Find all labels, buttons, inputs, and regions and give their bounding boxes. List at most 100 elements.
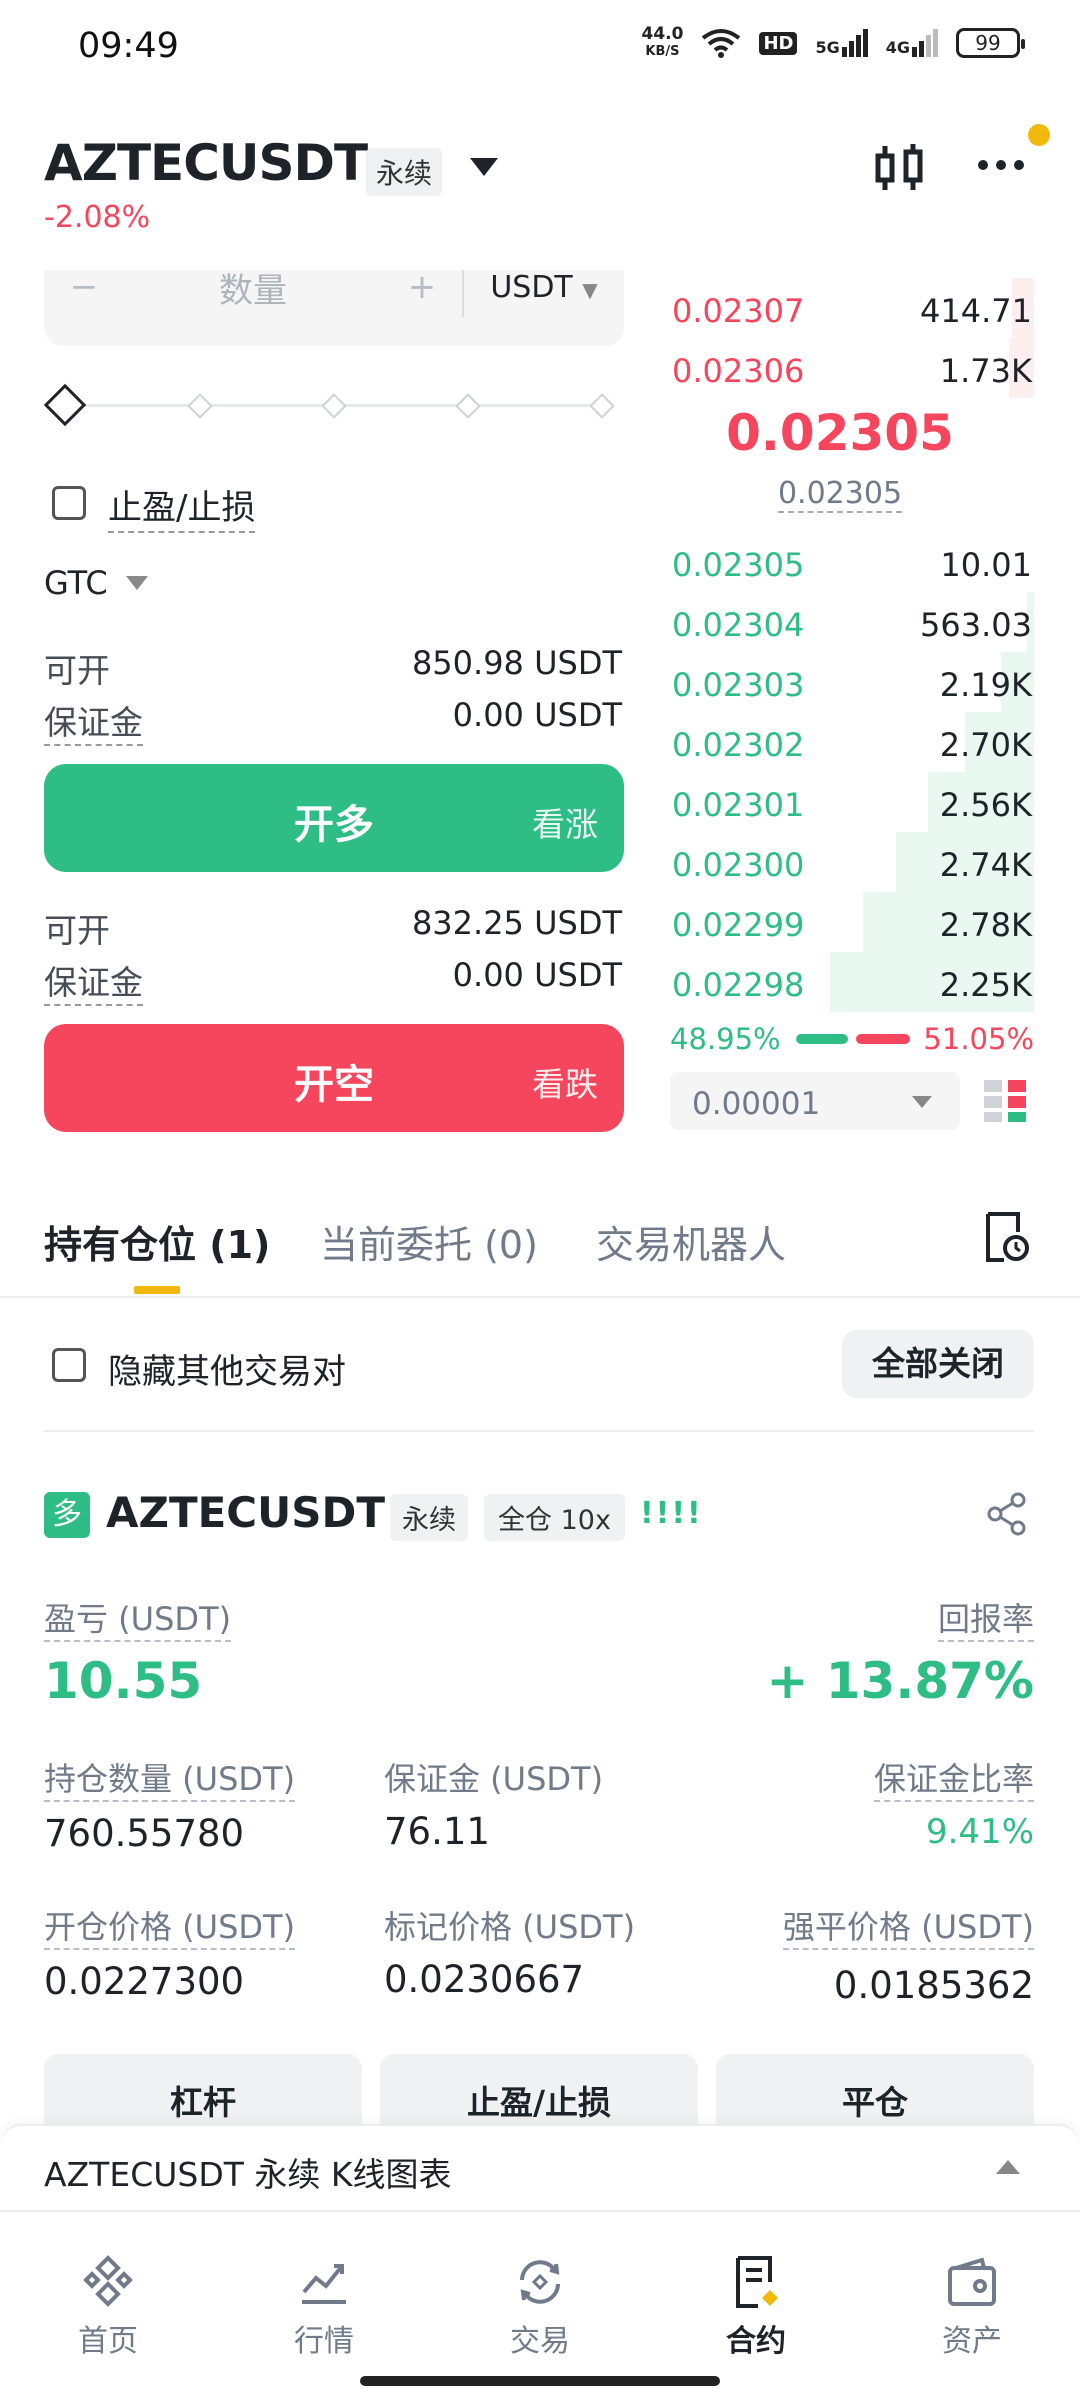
orderbook-bid-row[interactable]: 0.02305 10.01 xyxy=(670,532,1034,592)
share-icon[interactable] xyxy=(986,1492,1028,1536)
chevron-up-icon[interactable] xyxy=(996,2160,1020,2174)
orderbook-bid-row[interactable]: 0.02303 2.19K xyxy=(670,652,1034,712)
tabs-divider xyxy=(0,1296,1080,1298)
quantity-minus-button[interactable]: − xyxy=(44,270,124,307)
leverage-button[interactable]: 杠杆 xyxy=(44,2054,362,2134)
symbol-title[interactable]: AZTECUSDT xyxy=(44,134,368,192)
position-contract-tag: 永续 xyxy=(390,1494,468,1541)
open-long-button[interactable]: 开多 看涨 xyxy=(44,764,624,872)
long-side-badge: 多 xyxy=(44,1492,90,1538)
tab-open-orders[interactable]: 当前委托 (0) xyxy=(320,1214,538,1269)
orderbook-ask-row[interactable]: 0.02307 414.71 xyxy=(670,278,1034,338)
roe-value: + 13.87% xyxy=(766,1652,1034,1710)
nav-assets[interactable]: 资产 xyxy=(902,2252,1042,2360)
quantity-input[interactable]: − 数量 + USDT ▼ xyxy=(44,270,624,346)
tab-trading-bots[interactable]: 交易机器人 xyxy=(596,1214,786,1269)
mark-price-value: 0.0230667 xyxy=(384,1958,585,2001)
futures-contract-icon xyxy=(736,2256,778,2308)
hide-other-pairs-checkbox[interactable] xyxy=(52,1348,86,1382)
mark-price: 0.02305 xyxy=(777,476,903,513)
mark-price-label: 标记价格 (USDT) xyxy=(384,1908,636,1946)
tp-sl-button[interactable]: 止盈/止损 xyxy=(380,2054,698,2134)
short-available-label: 可开 xyxy=(44,911,110,950)
symbol-dropdown-icon[interactable] xyxy=(470,158,498,176)
chart-line-icon xyxy=(302,2264,346,2304)
time-in-force-select[interactable]: GTC xyxy=(44,564,108,602)
price-precision-select[interactable]: 0.00001 xyxy=(670,1072,960,1130)
percent-slider-handle[interactable] xyxy=(43,383,87,427)
open-short-button[interactable]: 开空 看跌 xyxy=(44,1024,624,1132)
orderbook-ask-row[interactable]: 0.02306 1.73K xyxy=(670,338,1034,398)
close-all-button[interactable]: 全部关闭 xyxy=(842,1330,1034,1398)
status-time: 09:49 xyxy=(78,26,179,66)
ask-price: 0.02307 xyxy=(672,292,805,330)
bid-quantity: 2.56K xyxy=(939,786,1032,824)
long-margin-label: 保证金 xyxy=(44,696,143,746)
position-symbol[interactable]: AZTECUSDT xyxy=(106,1488,385,1537)
notification-dot xyxy=(1028,124,1050,146)
adl-signal-indicator: !!!! xyxy=(640,1496,703,1531)
short-margin-value: 0.00 USDT xyxy=(452,956,622,994)
ask-quantity: 1.73K xyxy=(939,352,1032,390)
home-indicator xyxy=(360,2376,720,2386)
network-speed: 44.0 KB/S xyxy=(641,24,684,60)
more-menu-icon[interactable] xyxy=(978,160,1024,170)
hide-other-pairs-label[interactable]: 隐藏其他交易对 xyxy=(108,1344,346,1393)
candlestick-chart-icon[interactable] xyxy=(872,140,928,196)
contract-type-tag: 永续 xyxy=(366,148,443,196)
bid-quantity: 563.03 xyxy=(920,606,1032,644)
bid-price: 0.02298 xyxy=(672,966,805,1004)
nav-trade[interactable]: 交易 xyxy=(470,2252,610,2360)
buy-ratio: 48.95% xyxy=(670,1022,781,1056)
close-position-button[interactable]: 平仓 xyxy=(716,2054,1034,2134)
slider-step-75[interactable] xyxy=(455,393,481,419)
slider-step-50[interactable] xyxy=(321,393,347,419)
nav-home[interactable]: 首页 xyxy=(38,2252,178,2360)
status-icons: 44.0 KB/S HD 5G 4G 99 xyxy=(641,24,1025,60)
position-margin-label: 保证金 (USDT) xyxy=(384,1760,604,1798)
long-margin-value: 0.00 USDT xyxy=(452,696,622,734)
orderbook-bid-row[interactable]: 0.02304 563.03 xyxy=(670,592,1034,652)
price-change: -2.08% xyxy=(44,200,151,235)
quantity-plus-button[interactable]: + xyxy=(382,270,462,307)
position-size-label: 持仓数量 (USDT) xyxy=(44,1754,296,1802)
orderbook-bid-row[interactable]: 0.02300 2.74K xyxy=(670,832,1034,892)
long-available-value: 850.98 USDT xyxy=(411,644,622,682)
tab-positions[interactable]: 持有仓位 (1) xyxy=(44,1214,270,1269)
last-price[interactable]: 0.02305 xyxy=(670,404,1010,462)
orderbook-bid-row[interactable]: 0.02299 2.78K xyxy=(670,892,1034,952)
margin-mode-leverage-tag[interactable]: 全仓 10x xyxy=(484,1494,625,1541)
bid-price: 0.02300 xyxy=(672,846,805,884)
position-margin-value: 76.11 xyxy=(384,1810,490,1853)
liquidation-price-value: 0.0185362 xyxy=(833,1964,1034,2007)
wifi-icon xyxy=(702,29,741,58)
orderbook-bid-row[interactable]: 0.02301 2.56K xyxy=(670,772,1034,832)
orderbook-bid-row[interactable]: 0.02302 2.70K xyxy=(670,712,1034,772)
tp-sl-label[interactable]: 止盈/止损 xyxy=(108,480,256,533)
quantity-unit-select[interactable]: USDT ▼ xyxy=(464,270,624,305)
bid-quantity: 2.74K xyxy=(939,846,1032,884)
short-margin-label: 保证金 xyxy=(44,956,143,1006)
slider-step-25[interactable] xyxy=(187,393,213,419)
tp-sl-checkbox[interactable] xyxy=(52,486,86,520)
orderbook-layout-icon[interactable] xyxy=(982,1078,1028,1124)
kline-chart-drawer[interactable]: AZTECUSDT 永续 K线图表 xyxy=(0,2124,1080,2210)
precision-caret-icon xyxy=(912,1096,932,1108)
ask-price: 0.02306 xyxy=(672,352,805,390)
orderbook-bid-row[interactable]: 0.02298 2.25K xyxy=(670,952,1034,1012)
tif-caret-icon[interactable] xyxy=(126,576,148,590)
order-history-icon[interactable] xyxy=(980,1210,1030,1264)
bid-quantity: 2.78K xyxy=(939,906,1032,944)
buy-ratio-bar xyxy=(796,1034,848,1044)
kline-chart-label: AZTECUSDT 永续 K线图表 xyxy=(44,2155,452,2194)
margin-ratio-label: 保证金比率 xyxy=(873,1754,1034,1802)
hd-icon: HD xyxy=(759,31,798,55)
bid-quantity: 2.19K xyxy=(939,666,1032,704)
slider-step-100[interactable] xyxy=(589,393,615,419)
nav-futures[interactable]: 合约 xyxy=(686,2252,826,2360)
roe-label: 回报率 xyxy=(937,1594,1034,1642)
bid-quantity: 10.01 xyxy=(940,546,1032,584)
section-divider xyxy=(44,1430,1034,1432)
bid-price: 0.02299 xyxy=(672,906,805,944)
nav-markets[interactable]: 行情 xyxy=(254,2252,394,2360)
